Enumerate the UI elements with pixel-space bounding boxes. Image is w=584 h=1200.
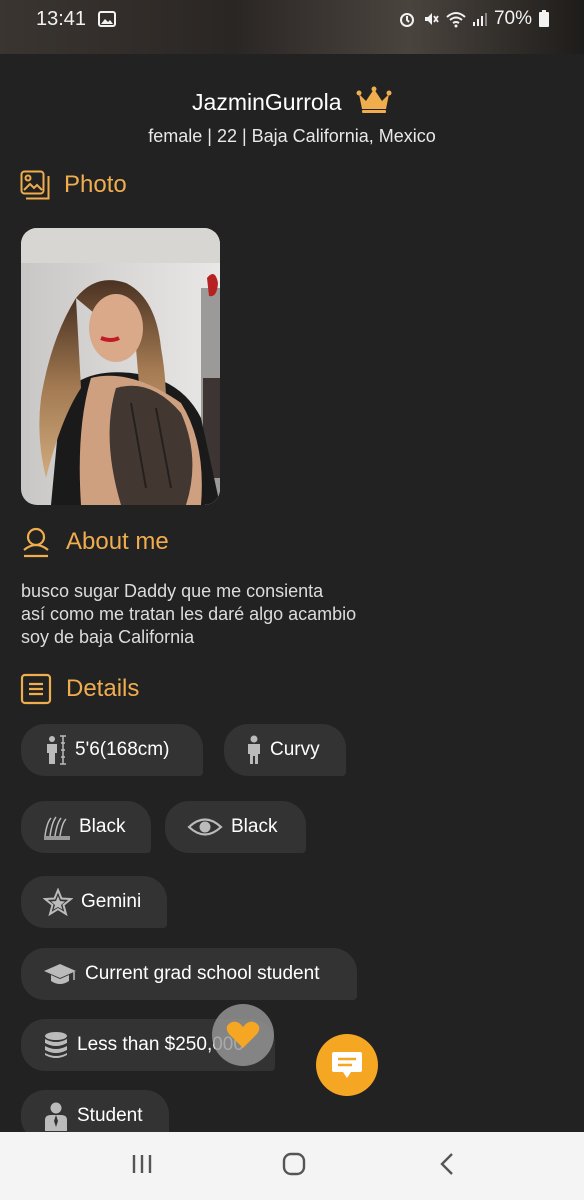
graduation-cap-icon bbox=[44, 964, 76, 984]
eye-icon bbox=[187, 818, 223, 836]
status-bar: 13:41 70% bbox=[0, 0, 584, 54]
details-section-header: Details bbox=[20, 673, 139, 705]
photo-section-header: Photo bbox=[20, 170, 127, 200]
mute-icon bbox=[424, 13, 439, 25]
battery-icon bbox=[539, 10, 549, 27]
occupation-value: Student bbox=[77, 1105, 143, 1126]
crown-icon bbox=[356, 86, 392, 113]
eye-color-value: Black bbox=[231, 816, 278, 837]
star-icon bbox=[43, 888, 73, 916]
profile-subtitle: female | 22 | Baja California, Mexico bbox=[148, 126, 436, 146]
alarm-icon bbox=[399, 13, 414, 27]
height-icon bbox=[47, 735, 66, 765]
height-value: 5'6(168cm) bbox=[75, 739, 170, 760]
details-section-title: Details bbox=[66, 675, 140, 702]
body-type-icon bbox=[248, 735, 260, 764]
profile-name-row: JazminGurrola bbox=[0, 86, 584, 116]
occupation-icon bbox=[45, 1102, 67, 1131]
zodiac-chip: Gemini bbox=[21, 876, 167, 928]
education-value: Current grad school student bbox=[85, 963, 320, 984]
user-icon bbox=[23, 527, 49, 558]
height-chip: 5'6(168cm) bbox=[21, 724, 203, 776]
wifi-icon bbox=[446, 12, 466, 28]
back-icon[interactable] bbox=[438, 1152, 456, 1176]
body-type-chip: Curvy bbox=[224, 724, 346, 776]
home-icon[interactable] bbox=[282, 1152, 306, 1176]
eye-color-chip: Black bbox=[165, 801, 306, 853]
list-icon bbox=[20, 673, 52, 705]
about-text: busco sugar Daddy que me consienta así c… bbox=[21, 580, 356, 649]
coins-icon bbox=[45, 1032, 67, 1058]
about-line: así como me tratan les daré algo acambio bbox=[21, 604, 357, 624]
profile-photo-image bbox=[21, 228, 220, 505]
battery-percent: 70% bbox=[493, 8, 532, 29]
about-section-title: About me bbox=[66, 528, 169, 555]
message-button[interactable] bbox=[316, 1034, 378, 1096]
system-nav-bar bbox=[0, 1132, 584, 1200]
image-notification-icon bbox=[98, 11, 116, 27]
zodiac-value: Gemini bbox=[81, 891, 142, 912]
hair-color-value: Black bbox=[79, 816, 126, 837]
hair-icon bbox=[44, 816, 70, 840]
profile-photo[interactable] bbox=[21, 228, 220, 505]
like-button[interactable] bbox=[212, 1004, 274, 1066]
about-line: soy de baja California bbox=[21, 627, 195, 647]
username: JazminGurrola bbox=[192, 89, 342, 115]
occupation-chip: Student bbox=[21, 1090, 169, 1132]
recent-apps-icon[interactable] bbox=[131, 1152, 153, 1176]
status-time: 13:41 bbox=[36, 8, 87, 30]
status-icons: 70% bbox=[398, 8, 550, 30]
hair-color-chip: Black bbox=[21, 801, 151, 853]
chat-icon bbox=[332, 1052, 362, 1078]
about-section-header: About me bbox=[20, 526, 169, 558]
profile-content[interactable]: JazminGurrola female | 22 | Baja Califor… bbox=[0, 54, 584, 1132]
body-type-value: Curvy bbox=[270, 739, 320, 760]
photo-icon bbox=[20, 170, 50, 200]
heart-icon bbox=[226, 1021, 260, 1048]
about-line: busco sugar Daddy que me consienta bbox=[21, 581, 324, 601]
signal-icon bbox=[472, 13, 487, 26]
education-chip: Current grad school student bbox=[21, 948, 357, 1000]
photo-section-title: Photo bbox=[64, 171, 127, 198]
